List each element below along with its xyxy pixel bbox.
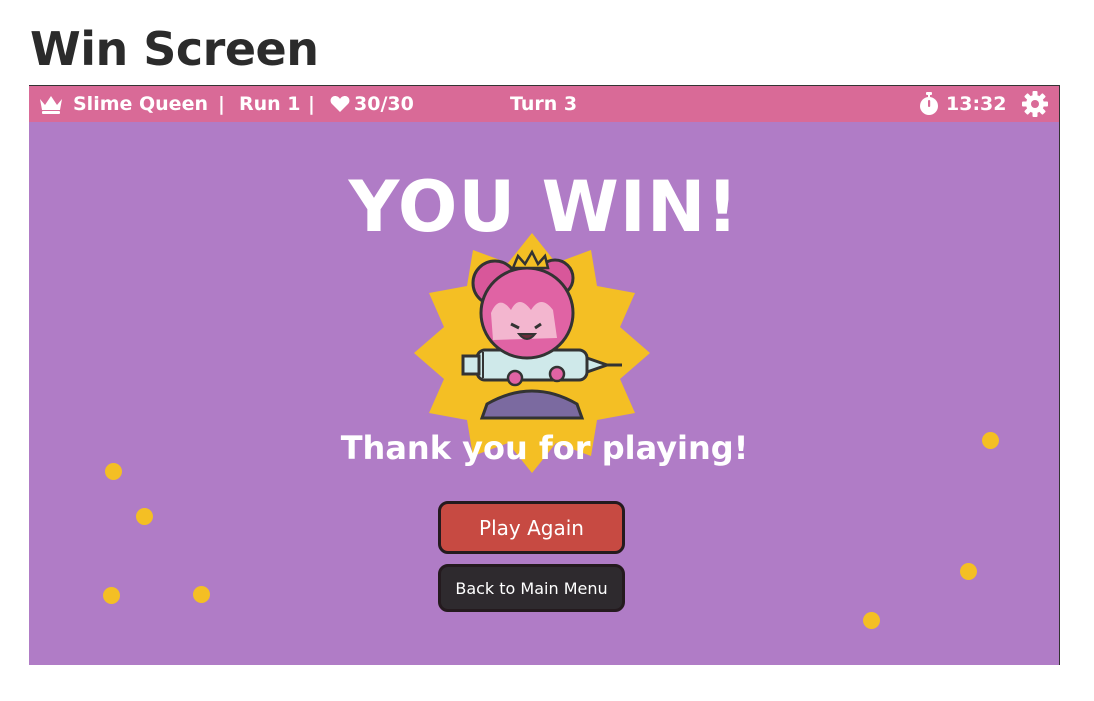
- game-screen: Slime Queen | Run 1 | 30/30 Turn 3 13:32: [29, 85, 1060, 665]
- confetti-dot: [863, 612, 880, 629]
- top-hud-bar: Slime Queen | Run 1 | 30/30 Turn 3 13:32: [29, 86, 1059, 122]
- heart-icon: [330, 86, 350, 122]
- confetti-dot: [193, 586, 210, 603]
- turn-counter: Turn 3: [510, 93, 578, 115]
- timer-value: 13:32: [946, 93, 1007, 115]
- crown-icon: [38, 86, 64, 122]
- thank-you-message: Thank you for playing!: [340, 429, 749, 467]
- hud-separator: |: [218, 93, 225, 115]
- hud-separator: |: [308, 93, 315, 115]
- confetti-dot: [136, 508, 153, 525]
- stopwatch-icon: [918, 86, 940, 122]
- health-value: 30/30: [354, 93, 414, 115]
- play-again-button[interactable]: Play Again: [438, 501, 625, 554]
- gear-icon[interactable]: [1021, 86, 1049, 122]
- confetti-dot: [103, 587, 120, 604]
- page-title: Win Screen: [30, 22, 319, 76]
- main-menu-button[interactable]: Back to Main Menu: [438, 564, 625, 612]
- run-counter: Run 1: [239, 93, 301, 115]
- character-name: Slime Queen: [73, 93, 208, 115]
- win-title: YOU WIN!: [348, 166, 740, 248]
- confetti-dot: [960, 563, 977, 580]
